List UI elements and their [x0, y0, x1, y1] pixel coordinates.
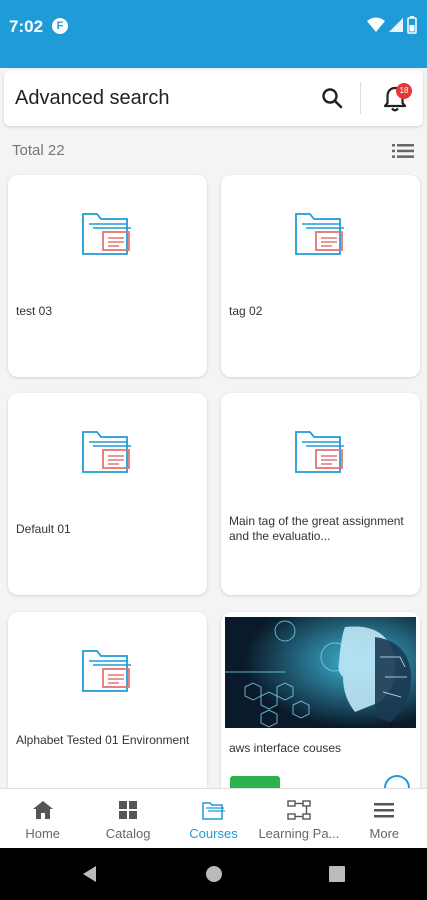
catalog-icon — [119, 801, 138, 819]
nav-more[interactable]: More — [342, 789, 427, 848]
course-title: Main tag of the great assignment and the… — [229, 514, 404, 543]
course-card[interactable]: tag 02 — [221, 175, 420, 377]
bottom-navigation: Home Catalog Courses Learning Pa... More — [0, 788, 427, 848]
results-total: Total 22 — [12, 142, 65, 159]
course-card[interactable]: Default 01 — [8, 393, 207, 595]
learning-path-icon — [287, 800, 311, 820]
course-thumbnail — [225, 617, 416, 728]
courses-icon — [201, 802, 225, 820]
course-card[interactable]: aws interface couses — [221, 612, 420, 814]
header-divider — [360, 82, 361, 114]
search-icon[interactable] — [320, 86, 344, 110]
course-card[interactable]: Main tag of the great assignment and the… — [221, 393, 420, 595]
home-icon — [32, 801, 53, 819]
cell-signal-icon — [389, 18, 403, 32]
search-header: Advanced search 18 — [4, 70, 423, 126]
nav-courses[interactable]: Courses — [171, 789, 256, 848]
nav-learning-path[interactable]: Learning Pa... — [256, 789, 341, 848]
course-title: test 03 — [16, 304, 53, 318]
folder-icon — [294, 431, 344, 473]
status-bar: 7:02 F — [0, 0, 427, 68]
course-title: aws interface couses — [229, 741, 342, 755]
system-navigation-bar — [0, 848, 427, 900]
course-card[interactable]: Alphabet Tested 01 Environment — [8, 612, 207, 814]
app-notification-icon: F — [52, 18, 68, 34]
folder-icon — [81, 213, 131, 255]
nav-label: Home — [25, 826, 61, 841]
nav-home[interactable]: Home — [0, 789, 85, 848]
battery-icon — [407, 16, 417, 34]
nav-label: Courses — [189, 826, 238, 841]
nav-label: More — [369, 826, 400, 841]
folder-icon — [294, 213, 344, 255]
ai-face-illustration — [225, 617, 416, 728]
notification-badge: 18 — [396, 83, 412, 99]
status-time: 7:02 — [9, 17, 44, 36]
home-button-icon[interactable] — [205, 865, 223, 883]
recents-icon[interactable] — [328, 865, 346, 883]
page-title: Advanced search — [15, 87, 170, 109]
list-view-icon[interactable] — [392, 143, 414, 159]
course-title: Alphabet Tested 01 Environment — [16, 733, 190, 747]
back-icon[interactable] — [81, 865, 99, 883]
status-icons — [367, 16, 417, 34]
status-tag — [230, 776, 280, 788]
nav-catalog[interactable]: Catalog — [85, 789, 170, 848]
menu-icon — [374, 803, 395, 818]
folder-icon — [81, 431, 131, 473]
course-title: tag 02 — [229, 304, 263, 318]
nav-label: Learning Pa... — [258, 826, 340, 841]
course-card[interactable]: test 03 — [8, 175, 207, 377]
nav-label: Catalog — [105, 826, 151, 841]
wifi-icon — [367, 17, 385, 32]
folder-icon — [81, 650, 131, 692]
course-title: Default 01 — [16, 522, 71, 536]
